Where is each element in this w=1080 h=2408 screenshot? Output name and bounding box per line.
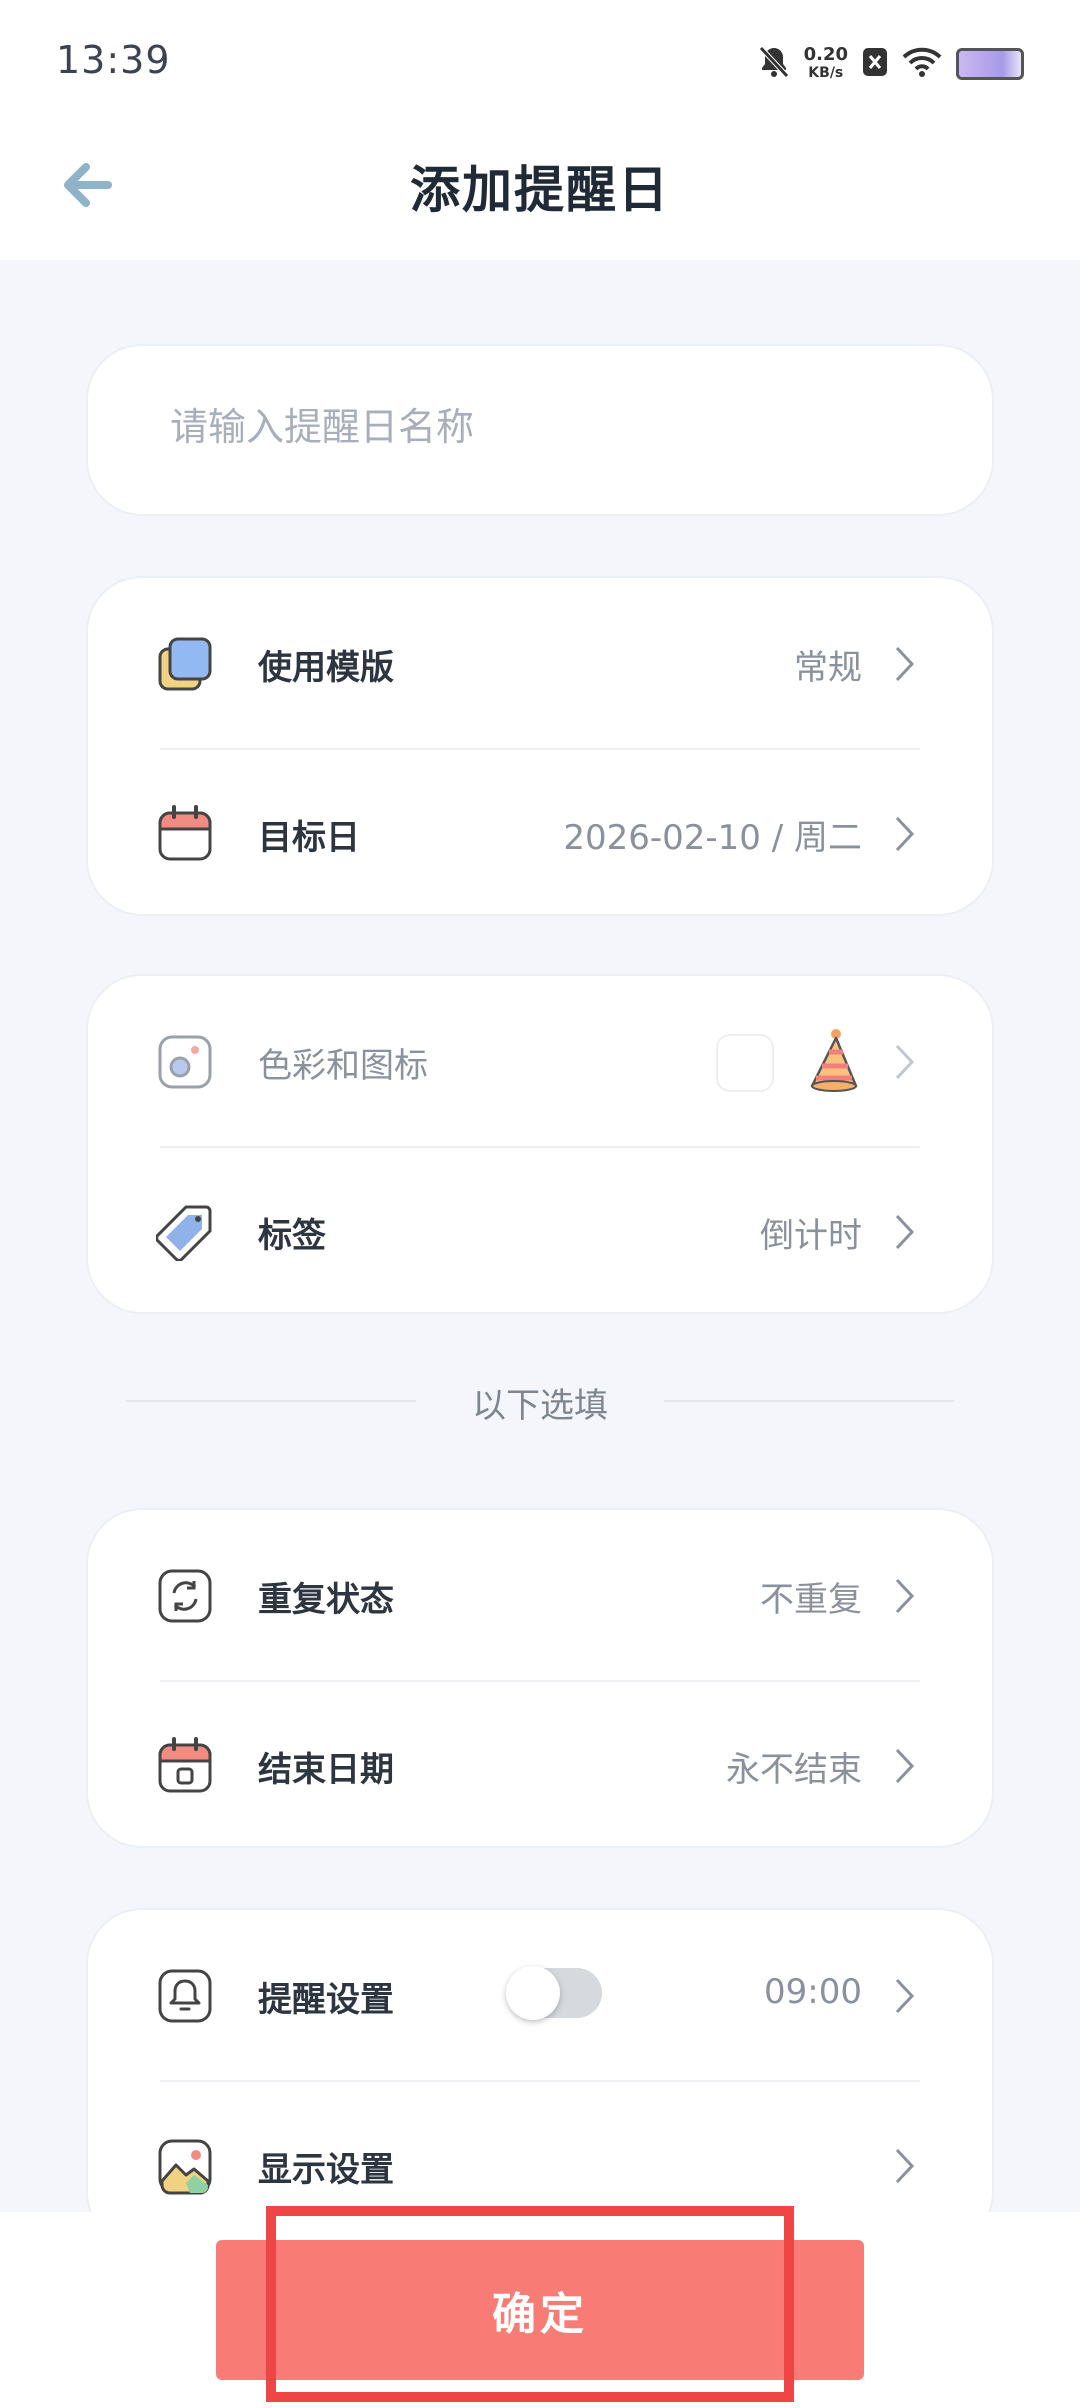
toggle-knob [506,1966,560,2020]
name-card [86,344,994,516]
chevron-right-icon [895,1748,915,1784]
net-speed: 0.20 KB/s [804,46,848,82]
sim-off-icon [862,47,888,81]
calendar-icon [158,805,212,861]
tag-value: 倒计时 [760,1216,862,1256]
status-icons: 0.20 KB/s [758,40,1024,88]
tag-icon [156,1205,212,1261]
chevron-right-icon [895,1978,915,2014]
optional-section-divider: 以下选填 [126,1378,954,1426]
header: 添加提醒日 [0,120,1080,260]
display-settings-label: 显示设置 [258,2150,394,2190]
net-speed-value: 0.20 [803,44,848,65]
tag-label: 标签 [258,1216,326,1256]
chevron-right-icon [895,2148,915,2184]
reminder-toggle[interactable] [506,1966,602,2020]
chevron-right-icon [895,1044,915,1080]
status-time: 13:39 [56,38,171,82]
party-hat-icon[interactable] [802,1028,862,1094]
reminder-name-input[interactable] [168,404,912,450]
reminder-label: 提醒设置 [258,1980,394,2020]
chevron-right-icon [895,1578,915,1614]
template-label: 使用模版 [258,648,394,688]
repeat-value: 不重复 [760,1580,862,1620]
calendar-end-icon [158,1737,212,1793]
image-icon [158,2139,212,2195]
repeat-label: 重复状态 [258,1580,394,1620]
net-speed-unit: KB/s [808,65,844,81]
bell-off-icon [758,45,790,83]
repeat-icon [158,1569,212,1623]
target-date-value: 2026-02-10 / 周二 [563,818,862,858]
end-date-label: 结束日期 [258,1750,394,1790]
reminder-time: 09:00 [764,1972,862,2012]
chevron-right-icon [895,646,915,682]
bottom-bar: 确定 [0,2212,1080,2408]
battery-icon [956,48,1024,80]
wifi-icon [902,47,942,81]
repeat-card: 重复状态 不重复 结束日期 永不结束 [86,1508,994,1848]
template-row[interactable]: 使用模版 常规 [88,578,992,748]
divider-line-right [664,1400,954,1402]
reminder-card: 提醒设置 09:00 显示设置 [86,1908,994,2248]
chevron-right-icon [895,1214,915,1250]
template-value: 常规 [794,648,862,688]
target-date-row[interactable]: 目标日 2026-02-10 / 周二 [88,748,992,918]
basic-settings-card: 使用模版 常规 目标日 2026-02-10 / 周二 [86,576,994,916]
style-card: 色彩和图标 标签 倒计时 [86,974,994,1314]
chevron-right-icon [895,816,915,852]
tag-row[interactable]: 标签 倒计时 [88,1146,992,1316]
status-bar: 13:39 0.20 KB/s [0,0,1080,120]
template-icon [158,637,212,691]
end-date-value: 永不结束 [726,1750,862,1790]
confirm-button[interactable]: 确定 [216,2240,864,2380]
palette-icon [158,1035,212,1089]
end-date-row[interactable]: 结束日期 永不结束 [88,1680,992,1850]
optional-label: 以下选填 [472,1386,608,1426]
repeat-row[interactable]: 重复状态 不重复 [88,1510,992,1680]
target-date-label: 目标日 [258,818,360,858]
bell-icon [158,1969,212,2023]
page-title: 添加提醒日 [410,161,670,219]
reminder-row[interactable]: 提醒设置 09:00 [88,1910,992,2080]
color-icon-row[interactable]: 色彩和图标 [88,976,992,1146]
color-icon-label: 色彩和图标 [258,1046,428,1086]
color-swatch[interactable] [716,1034,774,1092]
